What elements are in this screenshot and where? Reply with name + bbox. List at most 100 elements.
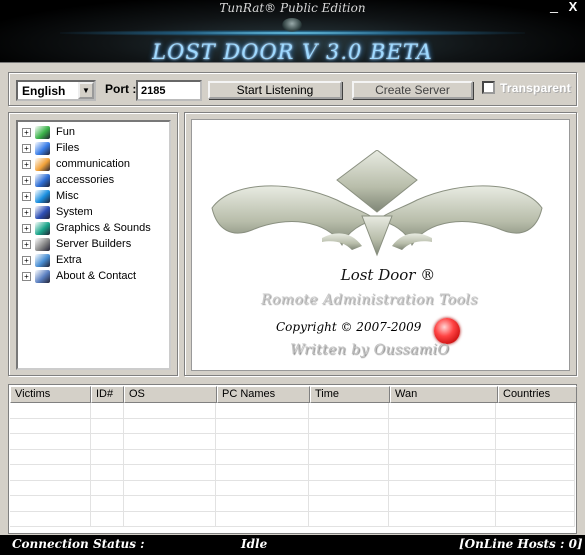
column-header[interactable]: Wan [390, 386, 498, 403]
start-listening-button[interactable]: Start Listening [208, 81, 342, 99]
empty-row [10, 496, 576, 512]
empty-row [10, 449, 576, 465]
empty-cell [124, 496, 217, 511]
port-label: Port : [105, 82, 137, 96]
table-body[interactable] [10, 403, 576, 533]
create-server-button[interactable]: Create Server [352, 81, 473, 99]
column-header[interactable]: Victims [10, 386, 91, 403]
tree-item-label: Files [56, 142, 80, 154]
expand-icon[interactable]: + [22, 271, 31, 281]
transparent-label: Transparent [500, 81, 571, 95]
empty-cell [389, 511, 497, 526]
empty-cell [496, 511, 576, 526]
tree-item[interactable]: + Files [18, 140, 169, 156]
fun-icon [35, 125, 50, 139]
empty-cell [216, 465, 309, 480]
empty-cell [91, 511, 124, 526]
tree-item[interactable]: + communication [18, 156, 169, 172]
empty-cell [91, 418, 124, 433]
online-hosts-count: [OnLine Hosts : 0] [459, 537, 583, 551]
expand-icon[interactable]: + [22, 175, 31, 185]
transparent-checkbox[interactable] [482, 81, 495, 94]
logo-canvas: Lost Door ® Romote Administration Tools … [191, 119, 570, 371]
column-header[interactable]: ID# [91, 386, 124, 403]
empty-cell [309, 511, 389, 526]
logo-author: Written by OussamiO [290, 342, 450, 358]
client-area: English ▼ Port : 2185 Start Listening Cr… [0, 62, 585, 535]
empty-cell [124, 403, 217, 418]
tree-item[interactable]: + accessories [18, 172, 169, 188]
table-header: Victims ID# OS PC Names Time Wan Countries [10, 386, 577, 403]
empty-cell [309, 449, 389, 464]
empty-cell [10, 403, 91, 418]
tree-item-label: Server Builders [56, 238, 132, 250]
column-header[interactable]: OS [124, 386, 217, 403]
expand-icon[interactable]: + [22, 143, 31, 153]
empty-cell [309, 496, 389, 511]
tree-item-label: System [56, 206, 93, 218]
title-bar: TunRat® Public Edition _ X LOST DOOR V 3… [0, 0, 585, 64]
empty-cell [91, 403, 124, 418]
about-contact-icon [35, 269, 50, 283]
tree-item[interactable]: + System [18, 204, 169, 220]
empty-cell [124, 511, 217, 526]
column-header[interactable]: Countries [498, 386, 577, 403]
toolbar: English ▼ Port : 2185 Start Listening Cr… [8, 72, 577, 106]
port-input[interactable]: 2185 [136, 80, 202, 101]
files-icon [35, 141, 50, 155]
column-header[interactable]: PC Names [217, 386, 310, 403]
empty-cell [216, 434, 309, 449]
expand-icon[interactable]: + [22, 255, 31, 265]
empty-cell [389, 403, 497, 418]
expand-icon[interactable]: + [22, 207, 31, 217]
empty-row [10, 403, 576, 419]
empty-cell [10, 511, 91, 526]
empty-cell [124, 480, 217, 495]
expand-icon[interactable]: + [22, 159, 31, 169]
feature-tree: + Fun + Files + communication + accessories + Mis… [16, 120, 171, 370]
tree-item[interactable]: + Server Builders [18, 236, 169, 252]
empty-cell [496, 403, 576, 418]
empty-cell [216, 418, 309, 433]
extra-icon [35, 253, 50, 267]
empty-cell [124, 418, 217, 433]
empty-cell [10, 449, 91, 464]
expand-icon[interactable]: + [22, 191, 31, 201]
logo-title: Lost Door ® [340, 266, 436, 284]
tree-item[interactable]: + Extra [18, 252, 169, 268]
column-header[interactable]: Time [310, 386, 390, 403]
empty-cell [389, 449, 497, 464]
empty-cell [91, 496, 124, 511]
red-badge-icon [434, 318, 460, 344]
empty-cell [496, 480, 576, 495]
empty-cell [10, 434, 91, 449]
expand-icon[interactable]: + [22, 223, 31, 233]
expand-icon[interactable]: + [22, 239, 31, 249]
empty-cell [216, 403, 309, 418]
logo-subtitle: Romote Administration Tools [261, 292, 478, 308]
empty-cell [389, 434, 497, 449]
tree-item[interactable]: + Fun [18, 124, 169, 140]
expand-icon[interactable]: + [22, 127, 31, 137]
empty-cell [309, 403, 389, 418]
victims-table: Victims ID# OS PC Names Time Wan Countries [8, 384, 577, 534]
tree-item[interactable]: + Graphics & Sounds [18, 220, 169, 236]
tree-item-label: Misc [56, 190, 79, 202]
close-button[interactable]: X [566, 0, 580, 14]
minimize-button[interactable]: _ [547, 0, 561, 13]
server-builders-icon [35, 237, 50, 251]
language-select[interactable]: English ▼ [16, 80, 96, 101]
app-title: LOST DOOR V 3.0 BETA [152, 40, 433, 64]
connection-status-value: Idle [241, 537, 268, 551]
tree-item[interactable]: + About & Contact [18, 268, 169, 284]
tree-item-label: communication [56, 158, 130, 170]
status-bar: Connection Status : Idle [OnLine Hosts :… [0, 535, 585, 555]
chevron-down-icon[interactable]: ▼ [78, 82, 94, 99]
ornament-logo-icon [211, 150, 543, 257]
logo-copyright: Copyright © 2007-2009 [276, 320, 422, 334]
empty-cell [389, 465, 497, 480]
empty-cell [124, 449, 217, 464]
empty-row [10, 434, 576, 450]
tree-item-label: Fun [56, 126, 75, 138]
tree-item[interactable]: + Misc [18, 188, 169, 204]
